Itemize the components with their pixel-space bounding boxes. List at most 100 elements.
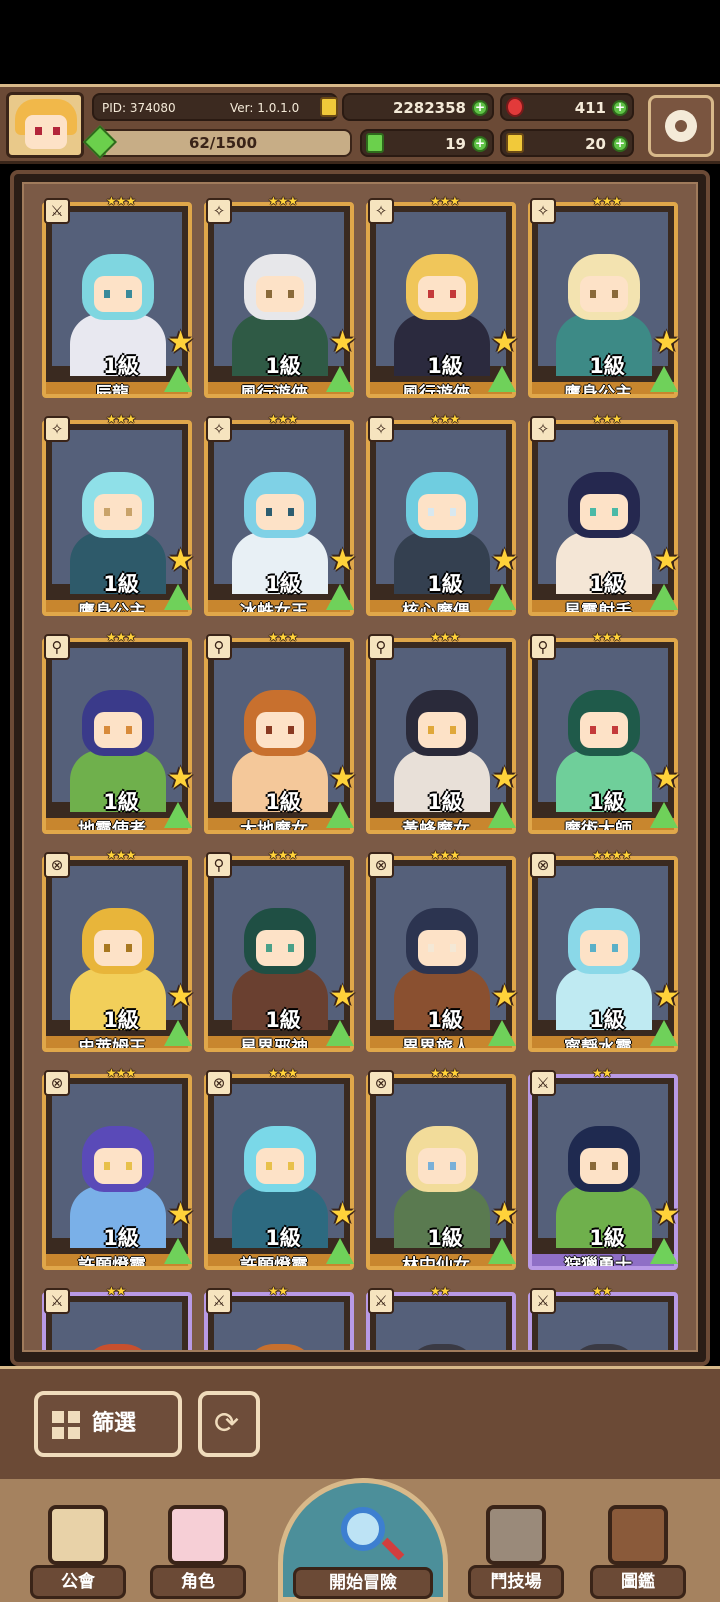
character-face-icon xyxy=(168,1505,228,1565)
level-up-arrow-icon xyxy=(488,1020,516,1046)
character-card[interactable]: 1級 大地魔女 ⚲ ★★★ ★ xyxy=(204,630,356,838)
rarity-stars: ★★ xyxy=(106,1284,126,1298)
add-gold-button[interactable]: + xyxy=(472,100,488,116)
rarity-stars: ★★★ xyxy=(106,194,136,208)
star-upgrade-icon: ★ xyxy=(491,761,518,796)
player-avatar[interactable] xyxy=(6,92,84,158)
character-name: 風行遊俠 xyxy=(240,384,308,398)
character-card[interactable]: 1級 冰蛛女王 ✧ ★★★ ★ xyxy=(204,412,356,620)
character-card[interactable]: 1級 核心魔偶 ✧ ★★★ ★ xyxy=(366,412,518,620)
character-name: 許願燈靈 xyxy=(240,1256,308,1270)
settings-button[interactable] xyxy=(648,95,714,157)
refresh-button[interactable]: ⟳ xyxy=(198,1391,260,1457)
star-upgrade-icon: ★ xyxy=(653,325,680,360)
star-upgrade-icon: ★ xyxy=(167,761,194,796)
character-card[interactable]: 1級 黃蜂魔女 ⚲ ★★★ ★ xyxy=(366,630,518,838)
class-icon: ⚲ xyxy=(44,634,70,660)
character-name: 林中仙女 xyxy=(402,1256,470,1270)
energy-pill[interactable]: 19 + xyxy=(360,129,494,157)
class-icon: ⊗ xyxy=(44,852,70,878)
character-name: 辰龍 xyxy=(95,384,129,398)
gold-pill[interactable]: 2282358 + xyxy=(342,93,494,121)
guild-house-icon xyxy=(48,1505,108,1565)
star-upgrade-icon: ★ xyxy=(491,1197,518,1232)
rarity-stars: ★★★ xyxy=(106,1066,136,1080)
class-icon: ✧ xyxy=(44,416,70,442)
character-card[interactable]: 1級 鷹身公主 ✧ ★★★ ★ xyxy=(528,194,680,402)
character-card[interactable]: ⚔ ★★ xyxy=(42,1284,194,1350)
nav-codex[interactable]: 圖鑑 xyxy=(590,1501,686,1602)
rarity-stars: ★★★ xyxy=(106,848,136,862)
class-icon: ✧ xyxy=(206,198,232,224)
nav-guild[interactable]: 公會 xyxy=(30,1501,126,1602)
top-hud: PID: 374080 Ver: 1.0.1.0 2282358 + 411 +… xyxy=(0,84,720,164)
class-icon: ✧ xyxy=(368,416,394,442)
class-icon: ⊗ xyxy=(368,852,394,878)
character-card[interactable]: 1級 地靈使者 ⚲ ★★★ ★ xyxy=(42,630,194,838)
level-up-arrow-icon xyxy=(650,366,678,392)
key-pill[interactable]: 20 + xyxy=(500,129,634,157)
level-up-arrow-icon xyxy=(488,802,516,828)
class-icon: ⚔ xyxy=(530,1288,556,1314)
character-card[interactable]: 1級 辰龍 ⚔ ★★★ ★ xyxy=(42,194,194,402)
character-card[interactable]: 1級 鷹身公主 ✧ ★★★ ★ xyxy=(42,412,194,620)
exp-bar: 62/1500 xyxy=(94,129,352,157)
rarity-stars: ★★ xyxy=(268,1284,288,1298)
character-card[interactable]: 1級 寧靜水靈 ⊗ ★★★★ ★ xyxy=(528,848,680,1056)
rarity-stars: ★★★ xyxy=(592,630,622,644)
rarity-stars: ★★★ xyxy=(268,194,298,208)
character-card[interactable]: ⚔ ★★ xyxy=(528,1284,680,1350)
nav-arena[interactable]: 鬥技場 xyxy=(468,1501,564,1602)
rarity-stars: ★★★ xyxy=(268,630,298,644)
character-card[interactable]: ⚔ ★★ xyxy=(366,1284,518,1350)
character-card[interactable]: 1級 林中仙女 ⊗ ★★★ ★ xyxy=(366,1066,518,1274)
energy-value: 19 xyxy=(445,135,466,153)
character-card[interactable]: 1級 狩獵勇士 ⚔ ★★ ★ xyxy=(528,1066,680,1274)
add-gem-button[interactable]: + xyxy=(612,100,628,116)
character-card[interactable]: 1級 魔術大師 ⚲ ★★★ ★ xyxy=(528,630,680,838)
star-upgrade-icon: ★ xyxy=(491,979,518,1014)
level-up-arrow-icon xyxy=(164,802,192,828)
star-upgrade-icon: ★ xyxy=(491,325,518,360)
nav-character[interactable]: 角色 xyxy=(150,1501,246,1602)
filter-button[interactable]: 篩選 xyxy=(34,1391,182,1457)
character-grid[interactable]: 1級 辰龍 ⚔ ★★★ ★ 1級 風行遊俠 ✧ ★★★ ★ 1級 風行遊俠 ✧ ★★★ ★ 1級 鷹身公主 ✧ ★★… xyxy=(22,182,698,1352)
gem-pill[interactable]: 411 + xyxy=(500,93,634,121)
rarity-stars: ★★★ xyxy=(430,412,460,426)
level-up-arrow-icon xyxy=(650,1238,678,1264)
character-card[interactable]: 1級 許願燈靈 ⊗ ★★★ ★ xyxy=(42,1066,194,1274)
class-icon: ⚔ xyxy=(44,1288,70,1314)
class-icon: ⚔ xyxy=(44,198,70,224)
gem-value: 411 xyxy=(574,99,606,117)
rarity-stars: ★★★ xyxy=(592,412,622,426)
pid-version-pill: PID: 374080 Ver: 1.0.1.0 xyxy=(92,93,338,121)
character-name: 地靈使者 xyxy=(78,820,146,834)
character-name: 異界旅人 xyxy=(402,1038,470,1052)
level-up-arrow-icon xyxy=(326,366,354,392)
class-icon: ✧ xyxy=(368,198,394,224)
exp-text: 62/1500 xyxy=(188,134,258,152)
start-adventure-label: 開始冒險 xyxy=(293,1567,433,1599)
rarity-stars: ★★★ xyxy=(268,412,298,426)
rarity-stars: ★★★ xyxy=(592,194,622,208)
character-card[interactable]: 1級 風行遊俠 ✧ ★★★ ★ xyxy=(366,194,518,402)
character-card[interactable]: ⚔ ★★ xyxy=(204,1284,356,1350)
character-card[interactable]: 1級 許願燈靈 ⊗ ★★★ ★ xyxy=(204,1066,356,1274)
class-icon: ⚔ xyxy=(530,1070,556,1096)
character-card[interactable]: 1級 風行遊俠 ✧ ★★★ ★ xyxy=(204,194,356,402)
character-card[interactable]: 1級 星靈射手 ✧ ★★★ ★ xyxy=(528,412,680,620)
character-card[interactable]: 1級 史萊姆王 ⊗ ★★★ ★ xyxy=(42,848,194,1056)
star-upgrade-icon: ★ xyxy=(167,543,194,578)
character-name: 冰蛛女王 xyxy=(240,602,308,616)
nav-character-label: 角色 xyxy=(150,1565,246,1599)
add-key-button[interactable]: + xyxy=(612,136,628,152)
key-icon xyxy=(506,133,524,153)
star-upgrade-icon: ★ xyxy=(329,543,356,578)
character-name: 星界邪神 xyxy=(240,1038,308,1052)
character-panel: 1級 辰龍 ⚔ ★★★ ★ 1級 風行遊俠 ✧ ★★★ ★ 1級 風行遊俠 ✧ ★★★ ★ 1級 鷹身公主 ✧ ★★… xyxy=(10,170,710,1366)
character-card[interactable]: 1級 星界邪神 ⚲ ★★★ ★ xyxy=(204,848,356,1056)
level-up-arrow-icon xyxy=(326,584,354,610)
add-energy-button[interactable]: + xyxy=(472,136,488,152)
grid-icon xyxy=(52,1411,80,1439)
character-card[interactable]: 1級 異界旅人 ⊗ ★★★ ★ xyxy=(366,848,518,1056)
